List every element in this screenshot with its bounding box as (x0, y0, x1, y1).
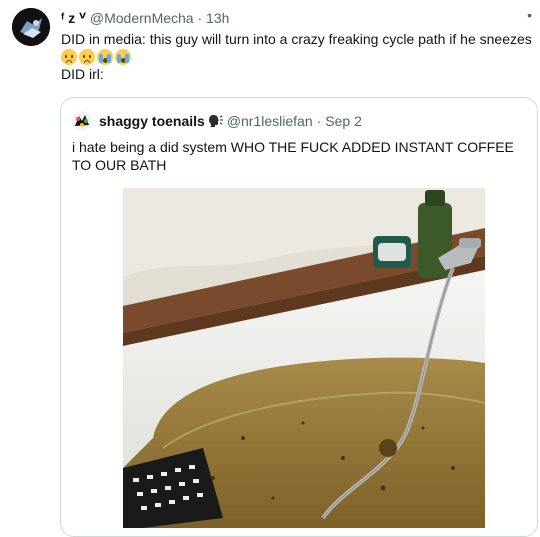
more-icon[interactable]: • (527, 8, 532, 22)
frowning-face-icon (61, 49, 77, 65)
avatar-image (12, 8, 50, 46)
tweet-line-1: DID in media: this guy will turn into a … (61, 31, 532, 47)
quote-text: i hate being a did system WHO THE FUCK A… (72, 139, 514, 173)
frowning-face-icon (79, 49, 95, 65)
bathtub-photo-image (123, 188, 485, 528)
tweet-header: ᶠ z ⱽ @ModernMecha · 13h (61, 9, 229, 27)
tweet-line-3: DID irl: (61, 66, 104, 82)
emoji-row (61, 49, 533, 65)
quoted-tweet[interactable]: shaggy toenails @nr1lesliefan · Sep 2 i … (60, 97, 538, 537)
separator: · (197, 10, 203, 26)
quote-separator: · (316, 113, 322, 129)
speaking-head-icon (208, 115, 223, 127)
bathtub-photo[interactable] (123, 188, 485, 528)
handle[interactable]: @ModernMecha (90, 10, 194, 26)
quote-header: shaggy toenails @nr1lesliefan · Sep 2 (99, 112, 362, 130)
quote-date[interactable]: Sep 2 (325, 112, 362, 130)
quote-handle[interactable]: @nr1lesliefan (227, 112, 313, 130)
display-name[interactable]: ᶠ z ⱽ (61, 10, 86, 26)
quote-display-name[interactable]: shaggy toenails (99, 112, 205, 130)
quote-avatar-image (72, 111, 92, 131)
avatar[interactable] (12, 8, 50, 46)
timestamp[interactable]: 13h (206, 10, 229, 26)
quote-avatar[interactable] (72, 111, 92, 131)
loudly-crying-face-icon (115, 49, 131, 65)
tweet-text: DID in media: this guy will turn into a … (61, 30, 533, 83)
tweet[interactable]: ᶠ z ⱽ @ModernMecha · 13h • DID in media:… (0, 0, 540, 537)
loudly-crying-face-icon (97, 49, 113, 65)
